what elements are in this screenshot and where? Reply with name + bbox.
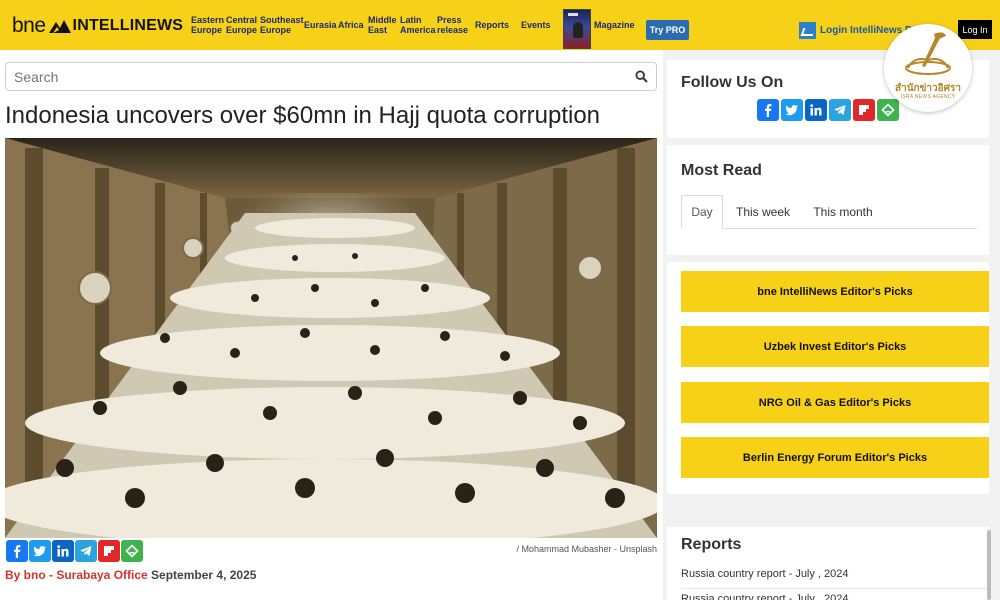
nav-eurasia[interactable]: Eurasia (304, 0, 337, 50)
share-telegram-icon[interactable] (75, 540, 97, 562)
tab-day[interactable]: Day (681, 195, 723, 229)
report-link[interactable]: Russia country report - July , 2024 (681, 590, 987, 600)
report-link[interactable]: Russia country report - July , 2024 (681, 565, 987, 589)
follow-telegram-icon[interactable] (829, 99, 851, 121)
nav-africa[interactable]: Africa (338, 0, 364, 50)
tab-this-month[interactable]: This month (807, 195, 879, 229)
intellinews-pro-icon (799, 21, 816, 39)
share-twitter-icon[interactable] (29, 540, 51, 562)
share-flipboard-icon[interactable] (98, 540, 120, 562)
follow-flipboard-icon[interactable] (853, 99, 875, 121)
isra-news-watermark-badge: สำนักข่าวอิศรา ISRA NEWS AGENCY (884, 24, 972, 112)
photo-credit: / Mohammad Mubasher - Unsplash (516, 544, 657, 554)
most-read-tabs: Day This week This month (681, 195, 977, 229)
logo-mountains-icon (48, 20, 71, 33)
search-icon[interactable] (635, 70, 648, 83)
article-photo-illustration (5, 138, 657, 538)
article-share-bar (6, 540, 143, 564)
follow-us-title: Follow Us On (681, 74, 784, 91)
reports-scrollbar[interactable] (987, 530, 991, 600)
nrg-oil-gas-editors-picks-button[interactable]: NRG Oil & Gas Editor's Picks (681, 382, 989, 423)
logo-intellinews-text: INTELLINEWS (72, 17, 184, 34)
nav-events[interactable]: Events (521, 0, 551, 50)
follow-icons (757, 99, 899, 121)
share-facebook-icon[interactable] (6, 540, 28, 562)
berlin-energy-forum-editors-picks-button[interactable]: Berlin Energy Forum Editor's Picks (681, 437, 989, 478)
magazine-cover-thumbnail[interactable] (563, 9, 591, 49)
try-pro-button[interactable]: Try PRO (646, 20, 689, 40)
follow-facebook-icon[interactable] (757, 99, 779, 121)
follow-linkedin-icon[interactable] (805, 99, 827, 121)
reports-title: Reports (681, 536, 742, 553)
article-photo-hajj-crowd (5, 138, 657, 538)
isra-quill-logo-icon (905, 32, 951, 75)
share-feedly-icon[interactable] (121, 540, 143, 562)
article-byline: By bno - Surabaya Office September 4, 20… (5, 568, 256, 582)
follow-twitter-icon[interactable] (781, 99, 803, 121)
uzbek-invest-editors-picks-button[interactable]: Uzbek Invest Editor's Picks (681, 326, 989, 367)
nav-magazine[interactable]: Magazine (594, 0, 635, 50)
article-title: Indonesia uncovers over $60mn in Hajj qu… (5, 102, 601, 129)
share-linkedin-icon[interactable] (52, 540, 74, 562)
most-read-title: Most Read (681, 162, 762, 179)
nav-latin-america[interactable]: Latin America (400, 0, 436, 50)
search-box[interactable] (5, 62, 657, 91)
nav-middle-east[interactable]: Middle East (368, 0, 397, 50)
nav-press-release[interactable]: Press release (437, 0, 468, 50)
bne-editors-picks-button[interactable]: bne IntelliNews Editor's Picks (681, 271, 989, 312)
site-logo[interactable]: bne INTELLINEWS (12, 14, 183, 38)
tab-this-week[interactable]: This week (729, 195, 797, 229)
article-date: September 4, 2025 (151, 568, 257, 582)
article-author-link[interactable]: By bno - Surabaya Office (5, 568, 148, 582)
search-input[interactable] (14, 68, 614, 86)
nav-central-europe[interactable]: Central Europe (226, 0, 257, 50)
follow-feedly-icon[interactable] (877, 99, 899, 121)
nav-reports[interactable]: Reports (475, 0, 509, 50)
panel-gap (667, 255, 989, 261)
logo-bne-text: bne (12, 14, 46, 37)
nav-eastern-europe[interactable]: Eastern Europe (191, 0, 224, 50)
top-header: bne INTELLINEWS Eastern Europe Central E… (0, 0, 1000, 50)
watermark-english-text: ISRA NEWS AGENCY (900, 94, 956, 100)
nav-southeast-europe[interactable]: Southeast Europe (260, 0, 304, 50)
